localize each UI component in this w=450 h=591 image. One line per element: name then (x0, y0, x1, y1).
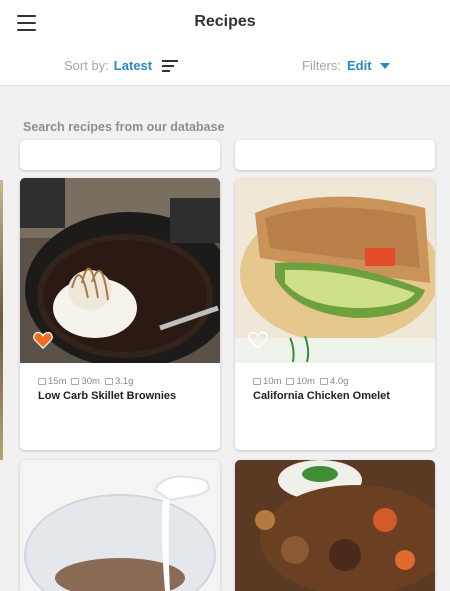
recipe-card-partial[interactable] (235, 140, 435, 170)
cook-time: 10m (296, 376, 315, 387)
page-title: Recipes (194, 13, 256, 30)
prep-time: 10m (263, 376, 282, 387)
stew-photo (235, 460, 435, 591)
sort-value[interactable]: Latest (114, 58, 152, 73)
caret-down-icon[interactable] (379, 63, 390, 69)
recipe-meta: 15m 30m 3.1g (38, 376, 138, 387)
recipe-card[interactable] (20, 460, 220, 591)
recipe-card[interactable]: 15m 30m 3.1g Low Carb Skillet Brownies (20, 178, 220, 450)
favorite-heart-icon[interactable] (33, 331, 53, 350)
app-bar: Recipes Sort by: Latest Filters: Edit (0, 0, 450, 86)
recipe-card[interactable]: 10m 10m 4.0g California Chicken Omelet (235, 178, 435, 450)
favorite-heart-outline-icon[interactable] (248, 331, 268, 350)
cook-time: 30m (81, 376, 100, 387)
carbs-value: 4.0g (329, 376, 349, 387)
carbs-icon (104, 378, 113, 385)
sort-lines-icon[interactable] (162, 59, 179, 72)
recipe-name[interactable]: Low Carb Skillet Brownies (38, 390, 176, 402)
recipe-card-partial[interactable] (20, 140, 220, 170)
recipe-meta: 10m 10m 4.0g (253, 376, 353, 387)
recipe-card[interactable] (235, 460, 435, 591)
sort-label: Sort by: (64, 58, 109, 73)
carbs-icon (319, 378, 328, 385)
cook-time-icon (286, 378, 295, 385)
filters-control[interactable]: Filters: Edit (302, 58, 390, 73)
milk-bowl-photo (20, 460, 220, 591)
filters-edit-link[interactable]: Edit (347, 58, 372, 73)
filters-label: Filters: (302, 58, 341, 73)
recipe-name[interactable]: California Chicken Omelet (253, 390, 390, 402)
prep-time-icon (38, 378, 46, 385)
search-input[interactable]: Search recipes from our database (23, 120, 224, 134)
prep-time: 15m (48, 376, 67, 387)
cook-time-icon (71, 378, 80, 385)
carbs-value: 3.1g (114, 376, 134, 387)
prep-time-icon (253, 378, 261, 385)
sort-control[interactable]: Sort by: Latest (64, 58, 179, 73)
side-image-edge (0, 180, 3, 460)
